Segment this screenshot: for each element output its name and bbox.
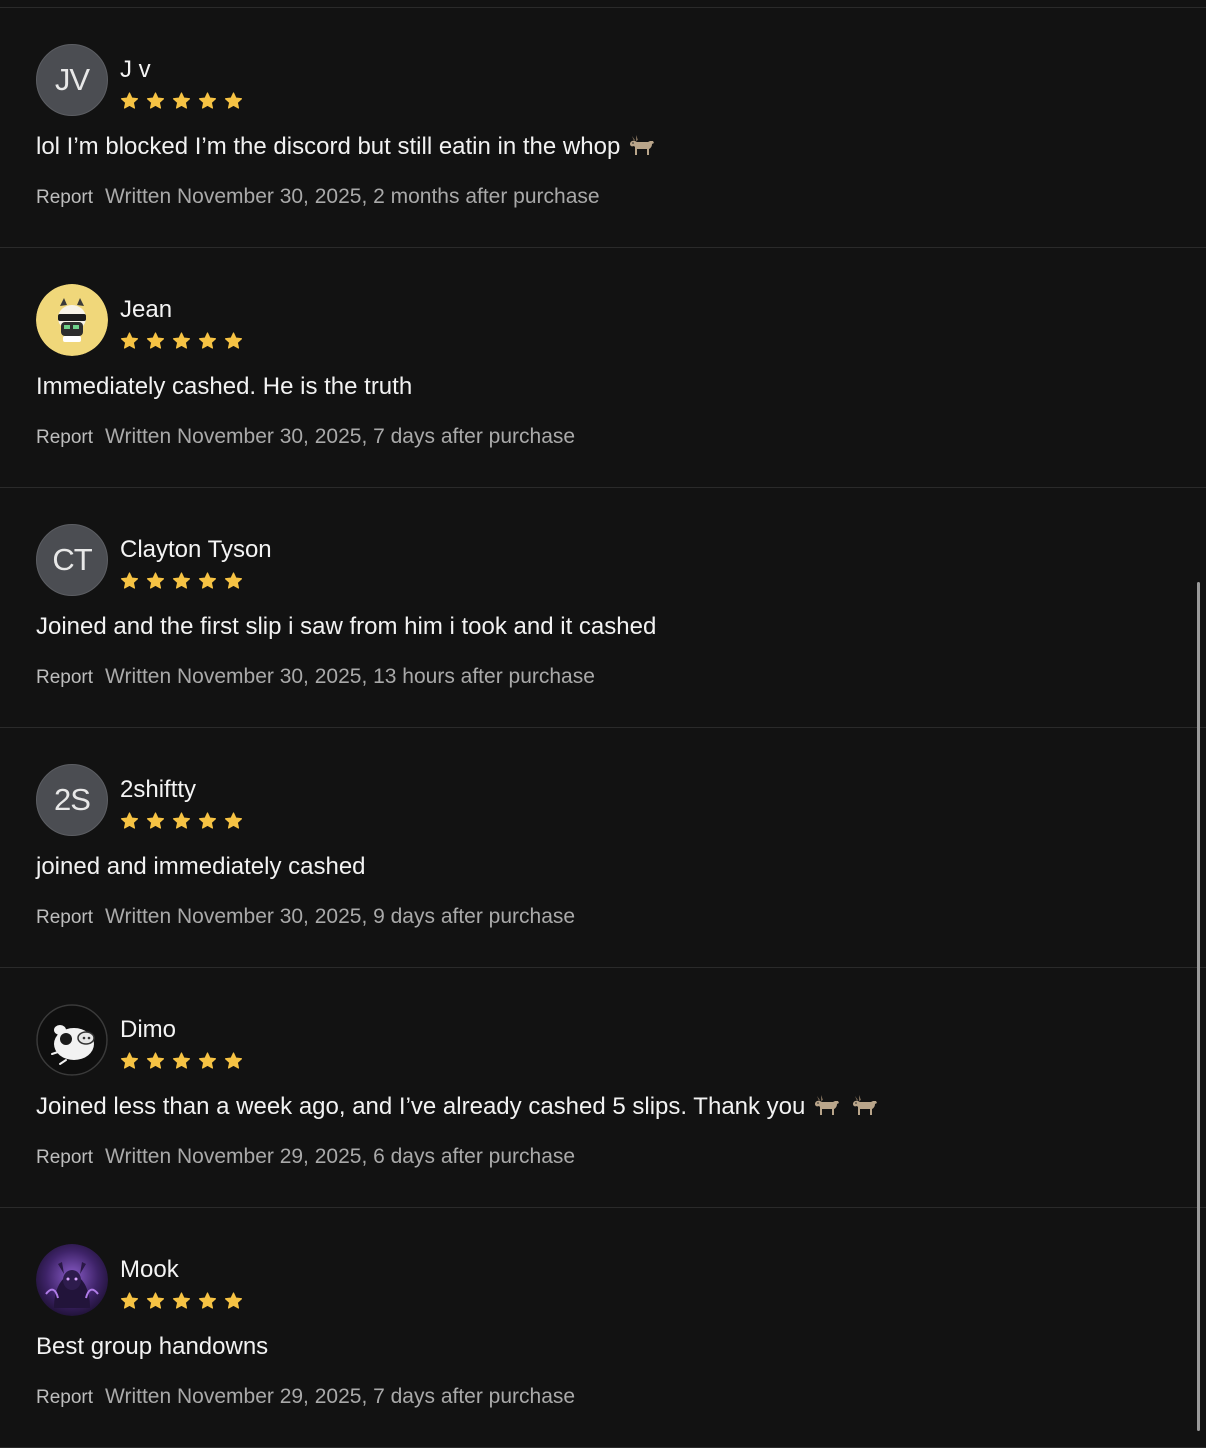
- avatar[interactable]: [36, 1244, 108, 1316]
- report-link[interactable]: Report: [36, 907, 93, 929]
- star-rating: [119, 91, 244, 111]
- star-icon: [224, 332, 243, 349]
- reviews-list: JV J v lol I’m blocked I’m the discord b…: [0, 8, 1206, 1448]
- star-icon: [120, 1052, 139, 1069]
- star-rating: [119, 811, 244, 831]
- reviewer-name: J v: [120, 56, 151, 83]
- report-link[interactable]: Report: [36, 667, 93, 689]
- avatar-initials: CT: [52, 542, 92, 577]
- star-rating: [119, 331, 244, 351]
- reviewer-name: Mook: [120, 1256, 179, 1283]
- report-link[interactable]: Report: [36, 187, 93, 209]
- review-body: Immediately cashed. He is the truth: [36, 373, 413, 400]
- review-meta: Report Written November 30, 2025, 2 mont…: [36, 185, 600, 209]
- review-text: joined and immediately cashed: [36, 852, 366, 882]
- report-link[interactable]: Report: [36, 427, 93, 449]
- star-icon: [198, 92, 217, 109]
- star-icon: [198, 332, 217, 349]
- goat-emoji-icon: [813, 1092, 843, 1126]
- dark-demon-avatar-icon: [36, 1244, 108, 1316]
- reviewer-name: Clayton Tyson: [120, 536, 272, 563]
- written-date: Written November 29, 2025, 7 days after …: [105, 1385, 576, 1408]
- star-icon: [198, 1292, 217, 1309]
- star-icon: [146, 1292, 165, 1309]
- report-link[interactable]: Report: [36, 1147, 93, 1169]
- review-text: Best group handowns: [36, 1332, 268, 1362]
- review-card: Dimo Joined less than a week ago, and I’…: [0, 968, 1206, 1208]
- reviewer-name: Jean: [120, 296, 173, 323]
- review-body: lol I’m blocked I’m the discord but stil…: [36, 133, 621, 160]
- star-rating: [119, 1051, 244, 1071]
- star-icon: [146, 332, 165, 349]
- goat-emoji-icon: [628, 132, 658, 166]
- review-body: joined and immediately cashed: [36, 853, 366, 880]
- review-body: Joined and the first slip i saw from him…: [36, 613, 657, 640]
- review-meta: Report Written November 29, 2025, 7 days…: [36, 1385, 575, 1409]
- reviewer-name: 2shiftty: [120, 776, 197, 803]
- review-meta: Report Written November 30, 2025, 7 days…: [36, 425, 575, 449]
- scrollbar-thumb[interactable]: [1197, 582, 1200, 1431]
- star-icon: [146, 812, 165, 829]
- review-card: Jean Immediately cashed. He is the truth…: [0, 248, 1206, 488]
- star-icon: [172, 92, 191, 109]
- star-rating: [119, 571, 244, 591]
- review-body: Joined less than a week ago, and I’ve al…: [36, 1093, 806, 1120]
- star-icon: [120, 92, 139, 109]
- written-date: Written November 30, 2025, 7 days after …: [105, 425, 576, 448]
- pig-cartoon-avatar-icon: [36, 1004, 108, 1076]
- star-icon: [224, 812, 243, 829]
- star-icon: [172, 332, 191, 349]
- star-icon: [172, 1292, 191, 1309]
- written-date: Written November 30, 2025, 9 days after …: [105, 905, 576, 928]
- star-icon: [198, 1052, 217, 1069]
- avatar[interactable]: CT: [36, 524, 108, 596]
- star-icon: [120, 1292, 139, 1309]
- review-card: JV J v lol I’m blocked I’m the discord b…: [0, 8, 1206, 248]
- review-meta: Report Written November 30, 2025, 13 hou…: [36, 665, 595, 689]
- star-icon: [172, 812, 191, 829]
- star-icon: [146, 92, 165, 109]
- star-icon: [198, 812, 217, 829]
- star-icon: [172, 1052, 191, 1069]
- review-text: Joined less than a week ago, and I’ve al…: [36, 1092, 881, 1126]
- star-icon: [146, 572, 165, 589]
- star-icon: [198, 572, 217, 589]
- avatar-initials: JV: [54, 62, 90, 97]
- review-text: Joined and the first slip i saw from him…: [36, 612, 656, 642]
- cartoon-character-avatar-icon: [36, 284, 108, 356]
- review-meta: Report Written November 30, 2025, 9 days…: [36, 905, 575, 929]
- star-icon: [224, 92, 243, 109]
- written-date: Written November 29, 2025, 6 days after …: [105, 1145, 576, 1168]
- reviewer-name: Dimo: [120, 1016, 177, 1043]
- goat-emoji-icon: [851, 1092, 881, 1126]
- review-text: Immediately cashed. He is the truth: [36, 372, 412, 402]
- review-card: 2S 2shiftty joined and immediately cashe…: [0, 728, 1206, 968]
- review-meta: Report Written November 29, 2025, 6 days…: [36, 1145, 575, 1169]
- avatar[interactable]: [36, 1004, 108, 1076]
- star-icon: [224, 1292, 243, 1309]
- review-card: Mook Best group handowns Report Written …: [0, 1208, 1206, 1448]
- star-icon: [224, 1052, 243, 1069]
- star-icon: [120, 812, 139, 829]
- avatar[interactable]: 2S: [36, 764, 108, 836]
- star-icon: [172, 572, 191, 589]
- avatar[interactable]: [36, 284, 108, 356]
- review-card: CT Clayton Tyson Joined and the first sl…: [0, 488, 1206, 728]
- star-icon: [120, 332, 139, 349]
- star-icon: [120, 572, 139, 589]
- written-date: Written November 30, 2025, 2 months afte…: [105, 185, 600, 208]
- star-rating: [119, 1291, 244, 1311]
- written-date: Written November 30, 2025, 13 hours afte…: [105, 665, 595, 688]
- review-text: lol I’m blocked I’m the discord but stil…: [36, 132, 658, 166]
- avatar-initials: 2S: [54, 782, 91, 817]
- report-link[interactable]: Report: [36, 1387, 93, 1409]
- star-icon: [146, 1052, 165, 1069]
- review-body: Best group handowns: [36, 1333, 269, 1360]
- avatar[interactable]: JV: [36, 44, 108, 116]
- star-icon: [224, 572, 243, 589]
